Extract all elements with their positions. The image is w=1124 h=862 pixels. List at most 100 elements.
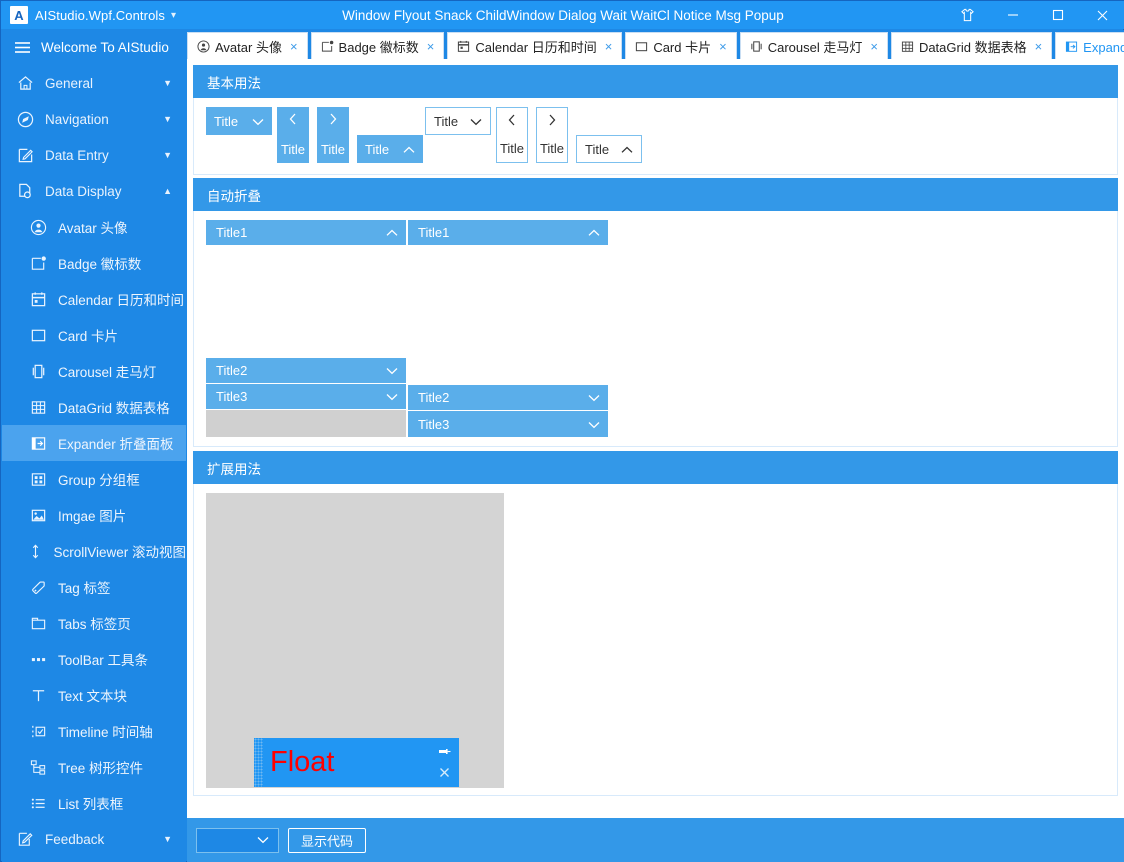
expander-title: Title bbox=[280, 142, 306, 157]
sidebar-item-tree[interactable]: Tree 树形控件 bbox=[2, 749, 186, 785]
sidebar-group-data-entry[interactable]: Data Entry ▼ bbox=[2, 137, 186, 173]
sidebar-item-label: Badge 徽标数 bbox=[58, 257, 142, 272]
avatar-icon bbox=[27, 219, 49, 236]
card-icon bbox=[27, 327, 49, 344]
sidebar-item-card[interactable]: Card 卡片 bbox=[2, 317, 186, 353]
tab-calendar[interactable]: Calendar 日历和时间 × bbox=[447, 32, 623, 59]
close-icon[interactable] bbox=[439, 765, 450, 783]
chevron-up-icon bbox=[588, 225, 600, 240]
accordion-item-header[interactable]: Title2 bbox=[408, 385, 608, 411]
sidebar-item-carousel[interactable]: Carousel 走马灯 bbox=[2, 353, 186, 389]
chevron-left-icon bbox=[289, 112, 297, 130]
expander-outline-up[interactable]: Title bbox=[576, 135, 642, 163]
accordion-item-header[interactable]: Title3 bbox=[408, 411, 608, 437]
drag-handle[interactable] bbox=[254, 738, 263, 787]
code-language-select[interactable] bbox=[196, 827, 279, 853]
accordion-filler bbox=[206, 410, 406, 437]
tab-card[interactable]: Card 卡片 × bbox=[625, 32, 737, 59]
sidebar-item-image[interactable]: Imgae 图片 bbox=[2, 497, 186, 533]
chevron-left-icon bbox=[508, 113, 516, 131]
tab-close-icon[interactable]: × bbox=[427, 39, 435, 54]
sidebar-header[interactable]: Welcome To AIStudio bbox=[2, 29, 186, 65]
expander-title: Title bbox=[539, 141, 565, 156]
sidebar-item-expander[interactable]: Expander 折叠面板 bbox=[2, 425, 186, 461]
expander-title: Title bbox=[585, 141, 610, 157]
sidebar-group-feedback[interactable]: Feedback ▼ bbox=[2, 821, 186, 857]
tab-label: DataGrid 数据表格 bbox=[918, 39, 1027, 55]
scrollviewer-icon bbox=[27, 543, 44, 560]
tab-label: Expander 折 bbox=[1083, 39, 1124, 55]
tab-close-icon[interactable]: × bbox=[290, 39, 298, 54]
close-button[interactable] bbox=[1080, 1, 1124, 29]
sidebar-item-group[interactable]: Group 分组框 bbox=[2, 461, 186, 497]
sidebar-item-label: Calendar 日历和时间 bbox=[58, 293, 185, 308]
sidebar-group-data-display[interactable]: Data Display ▲ bbox=[2, 173, 186, 209]
expander-filled-left[interactable]: Title bbox=[277, 107, 309, 163]
sidebar-item-tabs[interactable]: Tabs 标签页 bbox=[2, 605, 186, 641]
tab-close-icon[interactable]: × bbox=[870, 39, 878, 54]
sidebar-item-label: Avatar 头像 bbox=[58, 221, 128, 236]
float-panel[interactable]: Float bbox=[254, 738, 459, 787]
section-header-extended: 扩展用法 bbox=[193, 451, 1118, 484]
tab-label: Badge 徽标数 bbox=[338, 39, 419, 55]
chevron-down-icon bbox=[252, 114, 264, 129]
sidebar-item-label: ScrollViewer 滚动视图 bbox=[53, 545, 186, 560]
sidebar-item-toolbar[interactable]: ToolBar 工具条 bbox=[2, 641, 186, 677]
sidebar-item-badge[interactable]: Badge 徽标数 bbox=[2, 245, 186, 281]
minimize-button[interactable] bbox=[990, 1, 1035, 29]
tab-expander[interactable]: Expander 折 ⌄ bbox=[1055, 32, 1124, 59]
title-bar: A AIStudio.Wpf.Controls ▾ Window Flyout … bbox=[1, 1, 1124, 29]
sidebar-item-label: Card 卡片 bbox=[58, 329, 119, 344]
tab-datagrid[interactable]: DataGrid 数据表格 × bbox=[890, 32, 1053, 59]
sidebar-group-general[interactable]: General ▼ bbox=[2, 65, 186, 101]
sidebar-item-avatar[interactable]: Avatar 头像 bbox=[2, 209, 186, 245]
expander-title: Title bbox=[434, 113, 459, 129]
tab-close-icon[interactable]: × bbox=[1035, 39, 1043, 54]
pin-icon[interactable] bbox=[438, 743, 451, 761]
tab-badge[interactable]: Badge 徽标数 × bbox=[310, 32, 445, 59]
expander-outline-left[interactable]: Title bbox=[496, 107, 528, 163]
sidebar-item-calendar[interactable]: Calendar 日历和时间 bbox=[2, 281, 186, 317]
sidebar-group-navigation[interactable]: Navigation ▼ bbox=[2, 101, 186, 137]
shirt-icon[interactable] bbox=[945, 1, 990, 29]
expander-outline-down[interactable]: Title bbox=[425, 107, 491, 135]
chevron-up-icon: ▲ bbox=[163, 186, 172, 196]
expander-filled-down[interactable]: Title bbox=[206, 107, 272, 135]
expander-title: Title bbox=[365, 141, 390, 157]
accordion-item-header[interactable]: Title1 bbox=[206, 220, 406, 246]
sidebar-item-scrollviewer[interactable]: ScrollViewer 滚动视图 bbox=[2, 533, 186, 569]
hamburger-icon[interactable] bbox=[14, 41, 31, 54]
title-menu-text[interactable]: Window Flyout Snack ChildWindow Dialog W… bbox=[342, 8, 784, 23]
tab-close-icon[interactable]: × bbox=[605, 39, 613, 54]
sidebar-item-list[interactable]: List 列表框 bbox=[2, 785, 186, 821]
image-icon bbox=[27, 507, 49, 524]
accordion-item-label: Title3 bbox=[216, 389, 248, 404]
tab-avatar[interactable]: Avatar 头像 × bbox=[187, 32, 308, 59]
accordion-item-header[interactable]: Title2 bbox=[206, 358, 406, 384]
expander-filled-up[interactable]: Title bbox=[357, 135, 423, 163]
tab-close-icon[interactable]: × bbox=[719, 39, 727, 54]
timeline-icon bbox=[27, 723, 49, 740]
maximize-button[interactable] bbox=[1035, 1, 1080, 29]
tab-label: Calendar 日历和时间 bbox=[475, 39, 597, 55]
sidebar-item-label: Tabs 标签页 bbox=[58, 617, 131, 632]
tag-icon bbox=[27, 579, 49, 596]
datadisplay-icon bbox=[14, 183, 36, 200]
expander-filled-right[interactable]: Title bbox=[317, 107, 349, 163]
section-title: 自动折叠 bbox=[207, 188, 261, 204]
sidebar-item-label: Expander 折叠面板 bbox=[58, 437, 174, 452]
sidebar-group-label: Data Display bbox=[45, 183, 122, 199]
sidebar-item-text[interactable]: Text 文本块 bbox=[2, 677, 186, 713]
accordion-right: Title1 Title2 Title3 bbox=[408, 220, 608, 437]
sidebar-item-tag[interactable]: Tag 标签 bbox=[2, 569, 186, 605]
accordion-item-header[interactable]: Title3 bbox=[206, 384, 406, 410]
accordion-item-header[interactable]: Title1 bbox=[408, 220, 608, 246]
tab-carousel[interactable]: Carousel 走马灯 × bbox=[739, 32, 888, 59]
sidebar-item-timeline[interactable]: Timeline 时间轴 bbox=[2, 713, 186, 749]
section-title: 基本用法 bbox=[207, 75, 261, 91]
expander-outline-right[interactable]: Title bbox=[536, 107, 568, 163]
chevron-down-icon[interactable]: ▾ bbox=[171, 10, 176, 21]
show-code-button[interactable]: 显示代码 bbox=[288, 827, 367, 853]
sidebar-item-datagrid[interactable]: DataGrid 数据表格 bbox=[2, 389, 186, 425]
sidebar-item-label: Timeline 时间轴 bbox=[58, 725, 153, 740]
